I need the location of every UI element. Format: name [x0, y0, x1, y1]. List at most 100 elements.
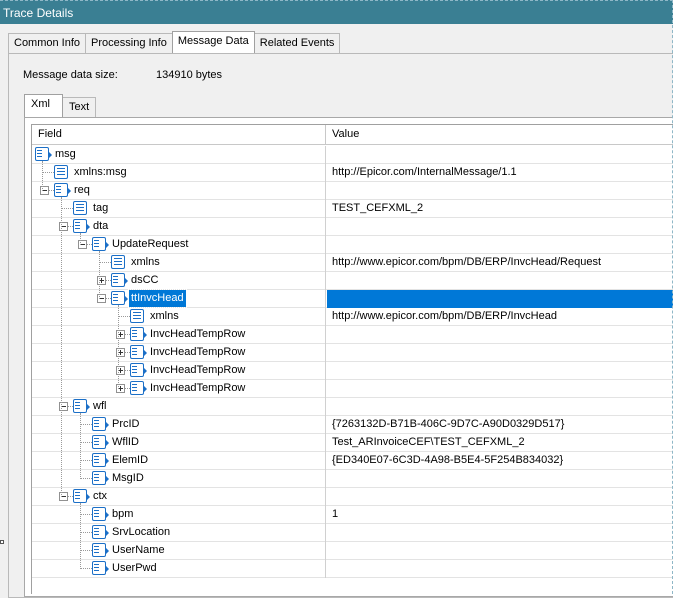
tree-row[interactable]: InvcHeadTempRow — [32, 344, 673, 362]
selected-row-highlight — [327, 290, 673, 308]
value-cell: {7263132D-B71B-406C-9D7C-A90D0329D517} — [332, 418, 565, 430]
tree-connector — [80, 478, 92, 479]
field-cell: xmlns — [32, 308, 326, 326]
tree-connector — [80, 460, 92, 461]
field-cell: InvcHeadTempRow — [32, 362, 326, 380]
field-name: InvcHeadTempRow — [150, 382, 246, 394]
tree-row[interactable]: xmlns:msg http://Epicor.com/InternalMessa… — [32, 164, 673, 182]
message-size-label: Message data size: — [23, 69, 118, 81]
field-cell: UpdateRequest — [32, 236, 326, 254]
tree-row[interactable]: msg — [32, 146, 673, 164]
tab-processing-info[interactable]: Processing Info — [85, 33, 173, 53]
value-cell: http://Epicor.com/InternalMessage/1.1 — [332, 166, 517, 178]
xml-element-icon — [92, 237, 109, 251]
xml-element-icon — [35, 147, 52, 161]
field-name: ttInvcHead — [128, 289, 187, 308]
tree-connector — [99, 251, 100, 299]
xml-element-icon — [54, 183, 71, 197]
field-name: UserPwd — [112, 562, 157, 574]
value-cell: Test_ARInvoiceCEF\TEST_CEFXML_2 — [332, 436, 525, 448]
field-cell: ElemID — [32, 452, 326, 470]
field-name: WflID — [112, 436, 139, 448]
field-cell: InvcHeadTempRow — [32, 380, 326, 398]
grid-header: Field Value — [32, 125, 673, 145]
tree-connector — [80, 503, 81, 569]
tree-row[interactable]: dsCC — [32, 272, 673, 290]
tree-row[interactable]: ElemID {ED340E07-6C3D-4A98-B5E4-5F254B834… — [32, 452, 673, 470]
tree-row[interactable]: ctx — [32, 488, 673, 506]
field-cell: InvcHeadTempRow — [32, 344, 326, 362]
format-tabs: Xml Text — [24, 94, 97, 118]
xml-element-icon — [130, 363, 147, 377]
tree-row[interactable]: ttInvcHead — [32, 289, 673, 308]
tree-row[interactable]: UpdateRequest — [32, 236, 673, 254]
field-name: wfl — [93, 400, 107, 412]
tree-row[interactable]: WflID Test_ARInvoiceCEF\TEST_CEFXML_2 — [32, 434, 673, 452]
tab-xml[interactable]: Xml — [24, 94, 63, 117]
field-cell: dta — [32, 218, 326, 236]
field-cell: InvcHeadTempRow — [32, 326, 326, 344]
tree-row[interactable]: bpm 1 — [32, 506, 673, 524]
field-cell: WflID — [32, 434, 326, 452]
tab-text[interactable]: Text — [61, 97, 97, 117]
tree-connector — [61, 208, 73, 209]
field-name: InvcHeadTempRow — [150, 328, 246, 340]
field-cell: xmlns — [32, 254, 326, 272]
tree-connector — [80, 424, 92, 425]
xml-element-icon — [92, 507, 109, 521]
tree-row[interactable]: req — [32, 182, 673, 200]
xml-tree-grid[interactable]: Field Value msg xmlns:msg http://Epicor.co… — [31, 124, 673, 594]
tree-row[interactable]: PrcID {7263132D-B71B-406C-9D7C-A90D0329D5… — [32, 416, 673, 434]
window-title-bar[interactable]: Trace Details — [0, 0, 673, 24]
xml-element-icon — [92, 561, 109, 575]
field-cell: dsCC — [32, 272, 326, 290]
tab-common-info[interactable]: Common Info — [8, 33, 87, 53]
xml-element-icon — [111, 273, 128, 287]
field-name: dta — [93, 220, 109, 232]
resize-handle[interactable] — [0, 540, 4, 544]
tree-connector — [80, 568, 92, 569]
xml-attribute-icon — [130, 309, 144, 323]
tab-related-events[interactable]: Related Events — [253, 33, 341, 53]
tree-row[interactable]: InvcHeadTempRow — [32, 380, 673, 398]
tree-connector — [80, 550, 92, 551]
field-name: ElemID — [112, 454, 149, 466]
xml-element-icon — [73, 219, 90, 233]
field-name: SrvLocation — [112, 526, 171, 538]
field-name: msg — [55, 148, 76, 160]
tree-connector — [42, 161, 43, 191]
tree-row[interactable]: dta — [32, 218, 673, 236]
field-cell: wfl — [32, 398, 326, 416]
field-cell: tag — [32, 200, 326, 218]
tree-row[interactable]: InvcHeadTempRow — [32, 326, 673, 344]
field-name: req — [74, 184, 90, 196]
field-name: UpdateRequest — [112, 238, 189, 250]
tree-row[interactable]: MsgID — [32, 470, 673, 488]
tree-row[interactable]: xmlns http://www.epicor.com/bpm/DB/ERP/In… — [32, 308, 673, 326]
tree-connector — [118, 316, 130, 317]
tree-connector — [80, 514, 92, 515]
tree-row[interactable]: xmlns http://www.epicor.com/bpm/DB/ERP/In… — [32, 254, 673, 272]
field-cell: msg — [32, 146, 326, 164]
column-header-field[interactable]: Field — [32, 125, 326, 145]
tab-message-data[interactable]: Message Data — [171, 31, 255, 53]
main-tabs: Common Info Processing Info Message Data… — [8, 31, 341, 53]
field-cell: MsgID — [32, 470, 326, 488]
xml-element-icon — [130, 327, 147, 341]
column-header-value[interactable]: Value — [326, 125, 673, 145]
tree-row[interactable]: InvcHeadTempRow — [32, 362, 673, 380]
tree-row[interactable]: UserName — [32, 542, 673, 560]
field-name: xmlns — [150, 310, 179, 322]
tree-row[interactable]: tag TEST_CEFXML_2 — [32, 200, 673, 218]
field-name: PrcID — [112, 418, 140, 430]
xml-element-icon — [92, 471, 109, 485]
tree-connector — [80, 413, 81, 479]
tree-row[interactable]: wfl — [32, 398, 673, 416]
tree-row[interactable]: SrvLocation — [32, 524, 673, 542]
xml-element-icon — [73, 489, 90, 503]
xml-element-icon — [130, 345, 147, 359]
field-cell: xmlns:msg — [32, 164, 326, 182]
field-name: UserName — [112, 544, 165, 556]
tree-row[interactable]: UserPwd — [32, 560, 673, 578]
tree-connector — [118, 305, 119, 389]
